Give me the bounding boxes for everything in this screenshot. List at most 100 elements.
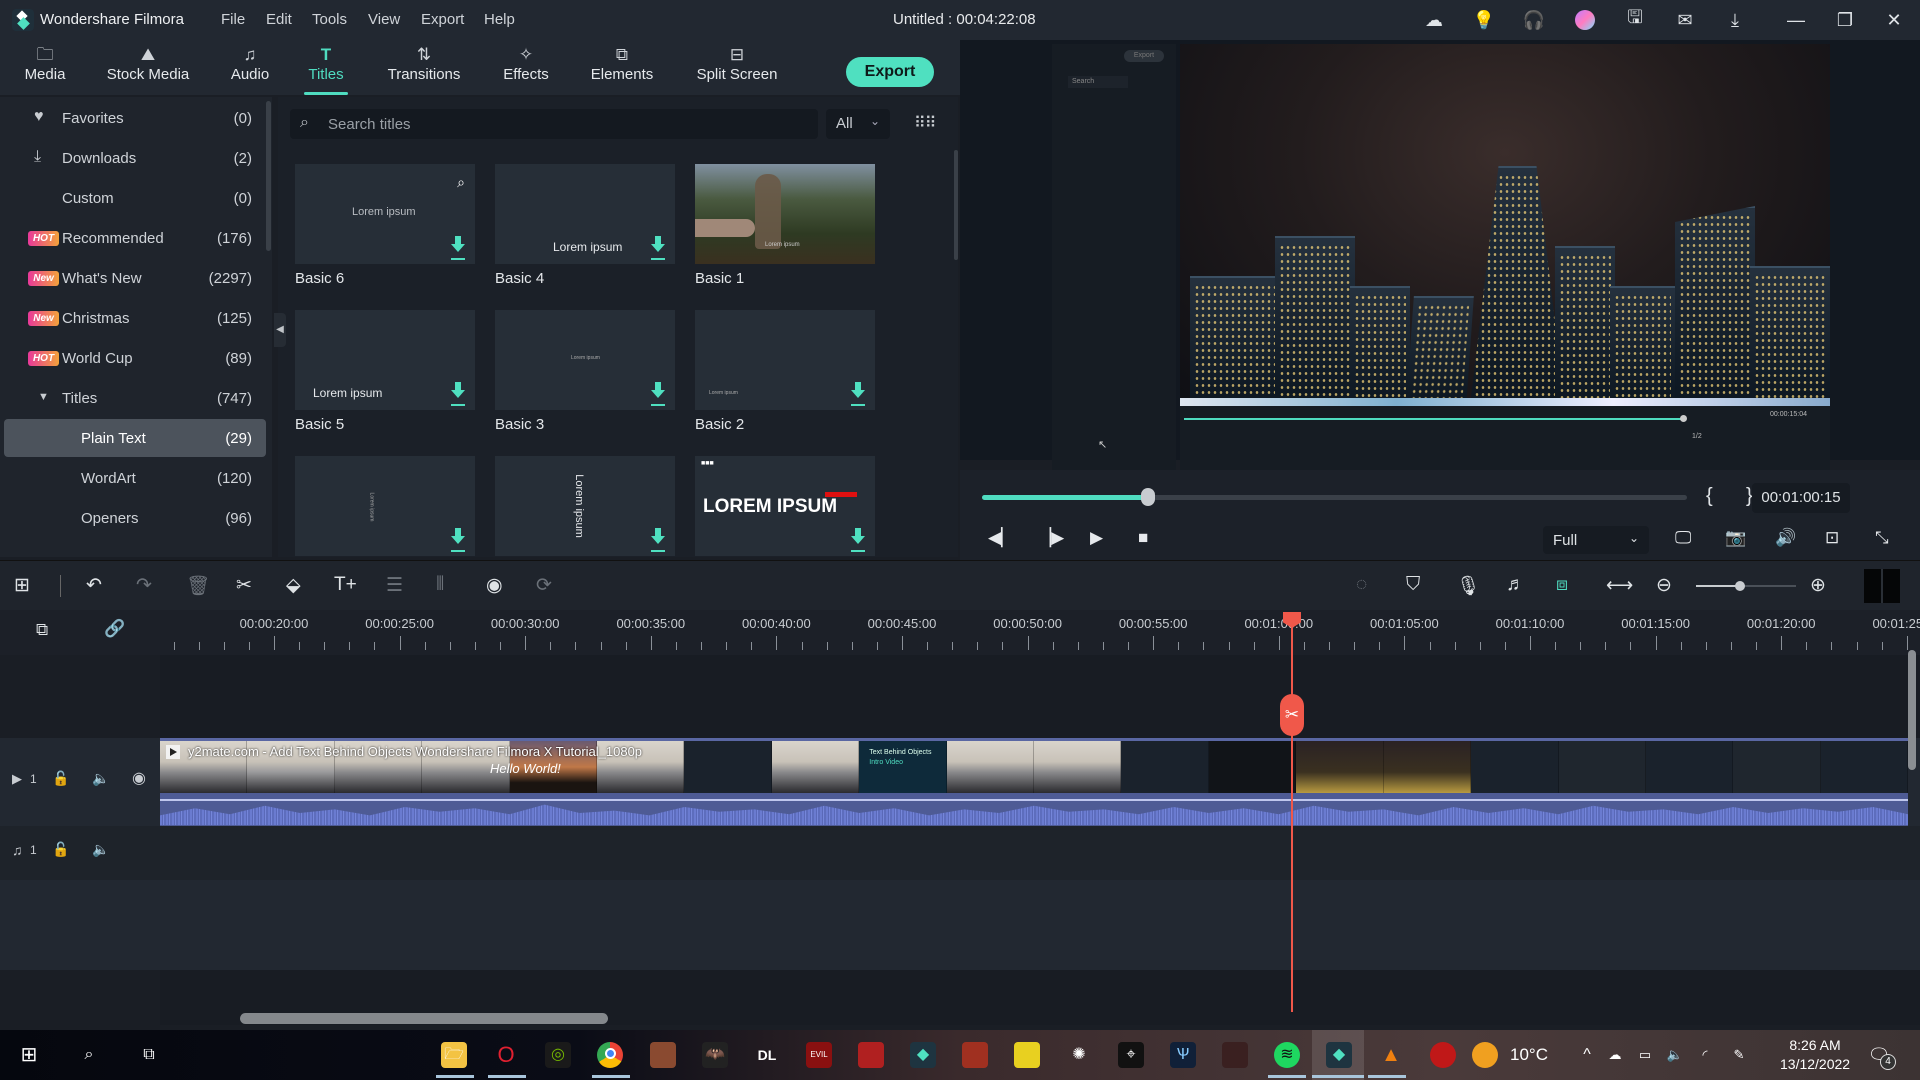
category-titles[interactable]: ▼ Titles (747) <box>4 379 266 417</box>
grid-view-icon[interactable]: ⠿⠿ <box>914 113 936 133</box>
nvidia-icon[interactable]: ◎ <box>545 1042 571 1068</box>
wifi-icon[interactable]: ◜ <box>1692 1042 1718 1068</box>
render-preview-icon[interactable]: ◌ <box>1356 574 1367 596</box>
restore-button[interactable]: ❐ <box>1833 8 1857 32</box>
marker-icon[interactable]: ⛉ <box>1406 574 1420 596</box>
delete-icon[interactable]: 🗑 <box>186 574 210 598</box>
game-icon-2[interactable] <box>962 1042 988 1068</box>
undo-icon[interactable]: ↶ <box>86 574 102 597</box>
title-card-basic-4[interactable]: Lorem ipsum Basic 4 <box>495 164 675 287</box>
layout-icon[interactable]: ⊞ <box>14 574 30 597</box>
download-icon[interactable] <box>451 236 465 256</box>
task-view-icon[interactable]: ⧉ <box>136 1042 162 1068</box>
title-card-basic-3[interactable]: Lorem ipsum Basic 3 <box>495 310 675 433</box>
download-icon[interactable] <box>451 528 465 548</box>
rdr2-icon[interactable] <box>858 1042 884 1068</box>
search-input[interactable] <box>328 115 798 133</box>
category-world-cup[interactable]: HOT World Cup (89) <box>4 339 266 377</box>
link-icon[interactable]: 🔗 <box>104 619 125 639</box>
close-button[interactable]: ✕ <box>1882 8 1906 32</box>
pen-icon[interactable]: ✎ <box>1726 1042 1752 1068</box>
mark-in-button[interactable]: { <box>1706 485 1713 508</box>
mail-icon[interactable]: ✉ <box>1673 8 1697 32</box>
witcher-icon[interactable]: ✺ <box>1066 1042 1092 1068</box>
menu-export[interactable]: Export <box>421 11 464 28</box>
avatar[interactable] <box>1573 8 1597 32</box>
cut-icon[interactable]: ✂ <box>236 574 252 597</box>
category-custom[interactable]: Custom (0) <box>4 179 266 217</box>
dying-light-icon[interactable]: DL <box>754 1042 780 1068</box>
seek-handle[interactable] <box>1140 488 1155 506</box>
timeline-vertical-scrollbar[interactable] <box>1908 650 1916 770</box>
battery-icon[interactable]: ▭ <box>1632 1042 1658 1068</box>
menu-tools[interactable]: Tools <box>312 11 347 28</box>
grid-scrollbar[interactable] <box>954 150 958 260</box>
lock-icon[interactable]: 🔓 <box>52 841 69 858</box>
category-recommended[interactable]: HOT Recommended (176) <box>4 219 266 257</box>
filmora-taskbar-icon[interactable]: ◆ <box>910 1042 936 1068</box>
category-favorites[interactable]: ♥ Favorites (0) <box>4 99 266 137</box>
crosshair-icon[interactable]: ⌖ <box>1118 1042 1144 1068</box>
speech-to-text-icon[interactable]: ⟳ <box>536 574 552 597</box>
weather-icon[interactable] <box>1472 1042 1498 1068</box>
title-card-basic-1[interactable]: Lorem ipsum Basic 1 <box>695 164 875 287</box>
video-clip[interactable]: Text Behind Objects Intro Video y2mate.co… <box>160 738 1909 826</box>
export-button[interactable]: Export <box>846 57 934 87</box>
batman-icon[interactable]: 🦇 <box>702 1042 728 1068</box>
category-downloads[interactable]: ⤓ Downloads (2) <box>4 139 266 177</box>
tab-stock-media[interactable]: ⛰ Stock Media <box>104 40 192 95</box>
jedi-icon[interactable] <box>1222 1042 1248 1068</box>
filmora-active-icon[interactable]: ◆ <box>1326 1042 1352 1068</box>
category-scrollbar[interactable] <box>266 101 271 251</box>
collapse-panel-button[interactable]: ◀ <box>274 313 286 347</box>
download-icon[interactable] <box>851 528 865 548</box>
lock-icon[interactable]: 🔓 <box>52 770 69 787</box>
add-track-icon[interactable]: ⧉ <box>36 620 48 640</box>
opera-icon[interactable]: O <box>493 1042 519 1068</box>
vlc-icon[interactable]: ▲ <box>1378 1042 1404 1068</box>
volume-icon[interactable]: 🔊 <box>1775 528 1796 548</box>
track-height-toggle[interactable] <box>1864 569 1900 603</box>
title-card-lorem-ipsum-bold[interactable]: ■■■ LOREM IPSUM <box>695 456 875 556</box>
redo-icon[interactable]: ↷ <box>136 574 152 597</box>
download-icon[interactable] <box>451 382 465 402</box>
game-icon-1[interactable] <box>650 1042 676 1068</box>
lightbulb-icon[interactable]: 💡 <box>1472 8 1496 32</box>
speaker-icon[interactable]: 🔈 <box>1662 1042 1688 1068</box>
spotify-icon[interactable]: ≋ <box>1274 1042 1300 1068</box>
zoom-in-icon[interactable]: ⊕ <box>1810 574 1826 597</box>
eye-icon[interactable]: ◉ <box>132 768 146 788</box>
menu-edit[interactable]: Edit <box>266 11 292 28</box>
video-preview[interactable] <box>1180 44 1830 406</box>
onedrive-icon[interactable]: ☁ <box>1602 1042 1628 1068</box>
menu-view[interactable]: View <box>368 11 400 28</box>
game-icon-5[interactable] <box>1430 1042 1456 1068</box>
download-icon[interactable] <box>651 236 665 256</box>
chrome-icon[interactable] <box>597 1042 623 1068</box>
download-icon[interactable] <box>651 528 665 548</box>
mute-icon[interactable]: 🔈 <box>92 770 109 787</box>
title-card-vertical-2[interactable]: Lorem ipsum <box>495 456 675 556</box>
minimize-button[interactable]: — <box>1784 8 1808 32</box>
adjust-icon[interactable]: ☰ <box>386 574 403 597</box>
title-card-basic-5[interactable]: Lorem ipsum Basic 5 <box>295 310 475 433</box>
category-wordart[interactable]: WordArt (120) <box>4 459 266 497</box>
seek-bar[interactable] <box>982 488 1687 506</box>
tab-media[interactable]: 🗀 Media <box>14 40 76 95</box>
title-card-basic-2[interactable]: Lorem ipsum Basic 2 <box>695 310 875 433</box>
tab-audio[interactable]: ♫ Audio <box>222 40 278 95</box>
stop-icon[interactable]: ■ <box>1138 528 1148 548</box>
playhead[interactable] <box>1291 612 1293 1012</box>
audio-split-icon[interactable]: ⦀ <box>436 574 444 596</box>
game-icon-3[interactable] <box>1014 1042 1040 1068</box>
system-clock[interactable]: 8:26 AM 13/12/2022 <box>1780 1036 1850 1074</box>
split-scissors-icon[interactable]: ✂ <box>1280 694 1304 736</box>
save-icon[interactable]: 🖫 <box>1623 7 1647 32</box>
file-explorer-icon[interactable]: 🗁 <box>441 1042 467 1068</box>
tab-titles[interactable]: T Titles <box>300 40 352 95</box>
previous-frame-icon[interactable]: ◀▏ <box>988 528 1014 548</box>
download-icon[interactable] <box>651 382 665 402</box>
headset-icon[interactable]: 🎧 <box>1522 8 1546 32</box>
tab-transitions[interactable]: ⇅ Transitions <box>382 40 466 95</box>
title-card-basic-6[interactable]: Lorem ipsum ⌕ Basic 6 <box>295 164 475 287</box>
